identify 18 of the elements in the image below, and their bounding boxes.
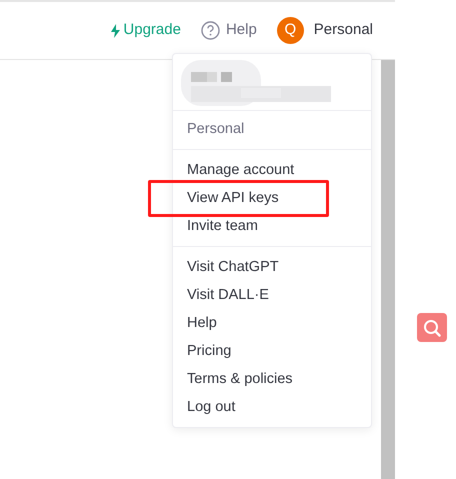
menu-section-label: Personal — [186, 120, 246, 139]
avatar-icon: Q — [276, 17, 304, 44]
menu-item[interactable]: Log out — [173, 392, 371, 421]
search-icon — [423, 318, 441, 336]
menu-item[interactable]: Help — [173, 308, 371, 337]
menu-item[interactable]: Visit ChatGPT — [173, 252, 371, 281]
menu-item[interactable]: Manage account — [173, 156, 371, 184]
menu-item[interactable]: Terms & policies — [173, 364, 371, 393]
help-icon — [200, 21, 220, 40]
menu-item[interactable]: Pricing — [173, 336, 371, 365]
menu-item[interactable]: Visit DALL·E — [173, 280, 371, 309]
lightning-icon — [111, 24, 120, 38]
account-menu-button[interactable]: Q Personal — [276, 17, 373, 44]
menu-item[interactable]: View API keys — [173, 184, 371, 212]
scrollbar[interactable] — [381, 60, 395, 479]
search-button[interactable] — [417, 313, 447, 342]
menu-item[interactable]: Invite team — [173, 212, 371, 240]
help-link[interactable]: Help — [200, 19, 257, 42]
